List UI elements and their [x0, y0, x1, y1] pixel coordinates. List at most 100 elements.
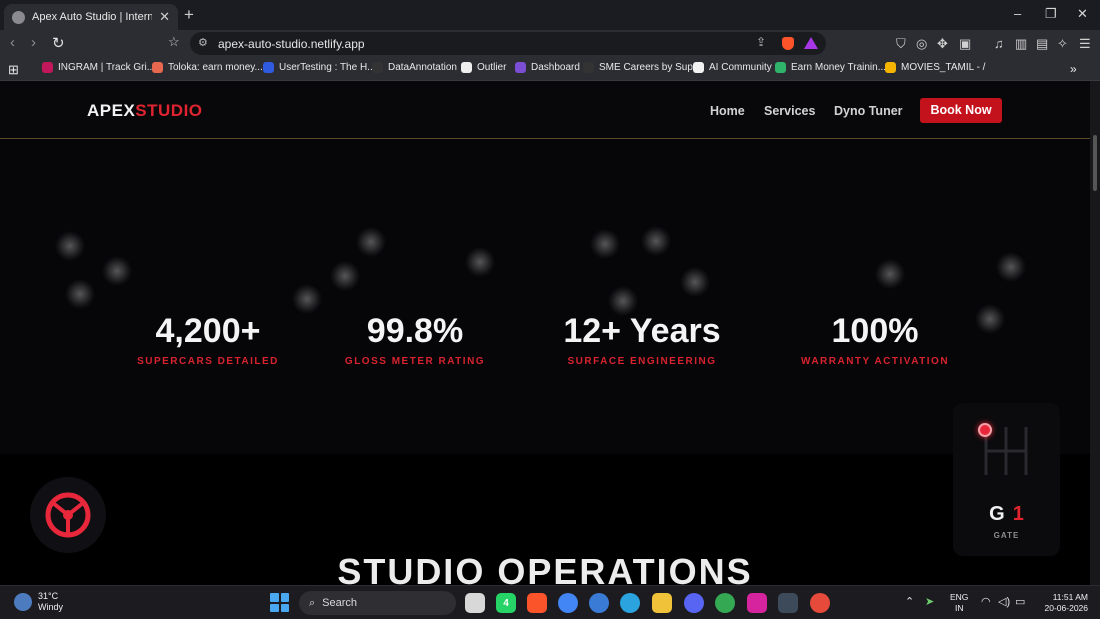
bokeh-light: [875, 259, 905, 289]
bookmark-item[interactable]: DataAnnotation: [372, 62, 457, 73]
minimize-button[interactable]: –: [1014, 6, 1021, 21]
bookmark-item[interactable]: UserTesting : The H...: [263, 62, 376, 73]
book-now-button[interactable]: Book Now: [920, 98, 1002, 123]
bookmark-favicon: [885, 62, 896, 73]
steering-wheel-button[interactable]: [30, 477, 106, 553]
bookmark-icon[interactable]: ☆: [168, 34, 180, 50]
gear-shifter-widget[interactable]: G1 GATE: [953, 403, 1060, 556]
address-bar[interactable]: ⚙ apex-auto-studio.netlify.app ⇪: [190, 32, 826, 55]
screenshot-icon[interactable]: ▣: [959, 36, 971, 52]
language-indicator[interactable]: ENG IN: [950, 592, 968, 614]
bokeh-light: [102, 256, 132, 286]
bookmark-item[interactable]: INGRAM | Track Gri...: [42, 62, 155, 73]
logo-part-studio: STUDIO: [135, 101, 203, 120]
bookmark-favicon: [461, 62, 472, 73]
site-header: APEXSTUDIO Home Services Dyno Tuner Book…: [0, 81, 1090, 139]
stat-value: 99.8%: [366, 312, 464, 350]
bookmark-item[interactable]: MOVIES_TAMIL - /: [885, 62, 985, 73]
instagram-icon[interactable]: [747, 593, 767, 613]
volume-icon[interactable]: ◁): [998, 595, 1010, 608]
discord-icon[interactable]: [684, 593, 704, 613]
back-button[interactable]: ‹: [10, 34, 15, 51]
bookmark-item[interactable]: Toloka: earn money...: [152, 62, 263, 73]
bookmark-label: MOVIES_TAMIL - /: [901, 62, 986, 73]
start-button[interactable]: [270, 593, 289, 612]
gear-readout: G1: [953, 503, 1060, 526]
stat-value: 4,200+: [155, 312, 261, 350]
bookmark-item[interactable]: Dashboard: [515, 62, 580, 73]
chrome-icon[interactable]: [558, 593, 578, 613]
tab-title: Apex Auto Studio | International: [32, 11, 153, 23]
steering-wheel-icon: [45, 492, 91, 538]
apps-grid-icon[interactable]: ⊞: [8, 62, 19, 78]
close-tab-icon[interactable]: ✕: [159, 9, 170, 25]
bokeh-light: [996, 252, 1026, 282]
stat-years: 12+ Years SURFACE ENGINEERING: [532, 312, 752, 367]
leo-ai-icon[interactable]: ✧: [1057, 36, 1068, 52]
tray-overflow-icon[interactable]: ⌃: [905, 595, 914, 608]
bookmark-favicon: [775, 62, 786, 73]
scrollbar-thumb[interactable]: [1093, 135, 1097, 191]
wifi-icon[interactable]: ◠: [981, 595, 991, 608]
gear-label: GATE: [993, 531, 1020, 540]
bookmark-label: AI Community: [709, 62, 772, 73]
stat-value: 12+ Years: [563, 312, 721, 350]
task-view-icon[interactable]: [465, 593, 485, 613]
app-icon[interactable]: [810, 593, 830, 613]
extensions-icon[interactable]: ✥: [937, 36, 948, 52]
new-tab-button[interactable]: +: [184, 5, 194, 25]
brave-shields-icon[interactable]: [782, 37, 794, 50]
bookmark-item[interactable]: Earn Money Trainin...: [775, 62, 886, 73]
media-icon[interactable]: ♫: [994, 36, 1004, 51]
bookmarks-overflow-button[interactable]: »: [1070, 62, 1077, 76]
wallet-icon[interactable]: ▤: [1036, 36, 1048, 52]
site-info-icon[interactable]: ⚙: [198, 36, 208, 49]
bokeh-light: [65, 279, 95, 309]
file-explorer-icon[interactable]: [652, 593, 672, 613]
weather-widget[interactable]: 31°C Windy: [14, 591, 63, 613]
brave-rewards-icon[interactable]: [804, 37, 818, 49]
bookmarks-bar: ⊞ INGRAM | Track Gri... Toloka: earn mon…: [0, 57, 1100, 81]
sidebar-icon[interactable]: ▥: [1015, 36, 1027, 52]
page-viewport: APEXSTUDIO Home Services Dyno Tuner Book…: [0, 81, 1090, 585]
clock-date: 20-06-2026: [1044, 603, 1088, 613]
gear-knob[interactable]: [978, 423, 992, 437]
maximize-button[interactable]: ❐: [1045, 6, 1057, 22]
nav-home[interactable]: Home: [710, 104, 745, 118]
site-logo[interactable]: APEXSTUDIO: [87, 101, 203, 121]
temperature: 31°C: [38, 591, 59, 601]
close-window-button[interactable]: ✕: [1077, 6, 1088, 22]
brave-browser-icon[interactable]: [527, 593, 547, 613]
whatsapp-icon[interactable]: 4: [496, 593, 516, 613]
glasses-extension-icon[interactable]: ◎: [916, 36, 927, 52]
stat-label: GLOSS METER RATING: [344, 356, 486, 367]
forward-button[interactable]: ›: [31, 34, 36, 51]
location-icon[interactable]: ➤: [925, 595, 934, 608]
nav-dyno-tuner[interactable]: Dyno Tuner: [834, 104, 903, 118]
bookmark-item[interactable]: Outlier: [461, 62, 506, 73]
taskbar-search[interactable]: ⌕ Search: [299, 591, 456, 615]
page-scrollbar[interactable]: [1090, 81, 1100, 585]
bokeh-light: [292, 284, 322, 314]
bookmark-label: Dashboard: [531, 62, 580, 73]
bookmark-favicon: [152, 62, 163, 73]
stat-warranty: 100% WARRANTY ACTIVATION: [765, 312, 985, 367]
chrome-profile-icon[interactable]: [715, 593, 735, 613]
battery-icon[interactable]: ▭: [1015, 595, 1025, 608]
region-code: IN: [954, 603, 964, 613]
share-icon[interactable]: ⇪: [756, 35, 766, 49]
qbittorrent-icon[interactable]: [589, 593, 609, 613]
bookmark-label: Outlier: [477, 62, 507, 73]
terminal-icon[interactable]: [778, 593, 798, 613]
telegram-icon[interactable]: [620, 593, 640, 613]
nav-services[interactable]: Services: [764, 104, 815, 118]
browser-tab[interactable]: Apex Auto Studio | International ✕: [4, 4, 178, 30]
reload-button[interactable]: ↻: [52, 34, 65, 52]
stat-value: 100%: [831, 312, 919, 350]
clock[interactable]: 11:51 AM 20-06-2026: [1038, 592, 1088, 614]
bookmark-item[interactable]: AI Community: [693, 62, 772, 73]
menu-icon[interactable]: ☰: [1079, 36, 1091, 52]
bookmark-item[interactable]: SME Careers by Sup...: [583, 62, 701, 73]
bokeh-light: [330, 261, 360, 291]
shield-extension-icon[interactable]: ⛉: [896, 36, 906, 52]
